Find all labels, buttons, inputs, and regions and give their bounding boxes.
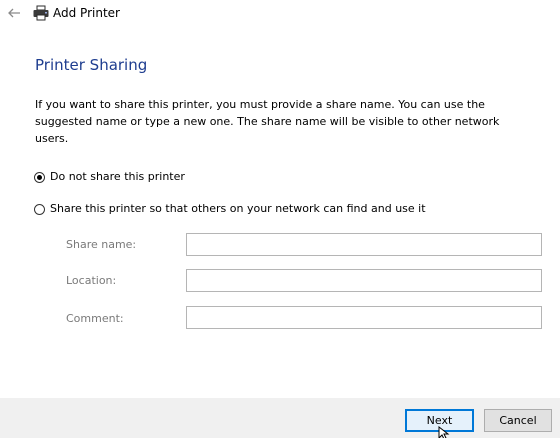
title-bar: Add Printer: [0, 0, 560, 28]
cancel-button[interactable]: Cancel: [484, 409, 552, 432]
radio-label-do-not-share: Do not share this printer: [50, 170, 185, 183]
dialog-footer: [0, 398, 560, 438]
printer-icon: [32, 5, 50, 21]
page-heading: Printer Sharing: [35, 56, 148, 74]
comment-input[interactable]: [186, 306, 542, 329]
location-input[interactable]: [186, 269, 542, 292]
back-arrow-icon[interactable]: [6, 5, 22, 21]
mouse-cursor-icon: [438, 425, 450, 438]
radio-button-selected[interactable]: [34, 171, 45, 183]
radio-label-share-printer: Share this printer so that others on you…: [50, 202, 426, 215]
radio-do-not-share[interactable]: Do not share this printer: [34, 168, 185, 186]
location-label: Location:: [66, 274, 117, 287]
comment-label: Comment:: [66, 312, 124, 325]
radio-button-unselected[interactable]: [34, 203, 45, 215]
add-printer-window: Add Printer Printer Sharing If you want …: [0, 0, 560, 438]
share-name-input[interactable]: [186, 233, 542, 256]
radio-share-printer[interactable]: Share this printer so that others on you…: [34, 200, 426, 218]
share-name-label: Share name:: [66, 238, 137, 251]
page-description: If you want to share this printer, you m…: [35, 98, 500, 145]
window-title: Add Printer: [53, 6, 120, 20]
